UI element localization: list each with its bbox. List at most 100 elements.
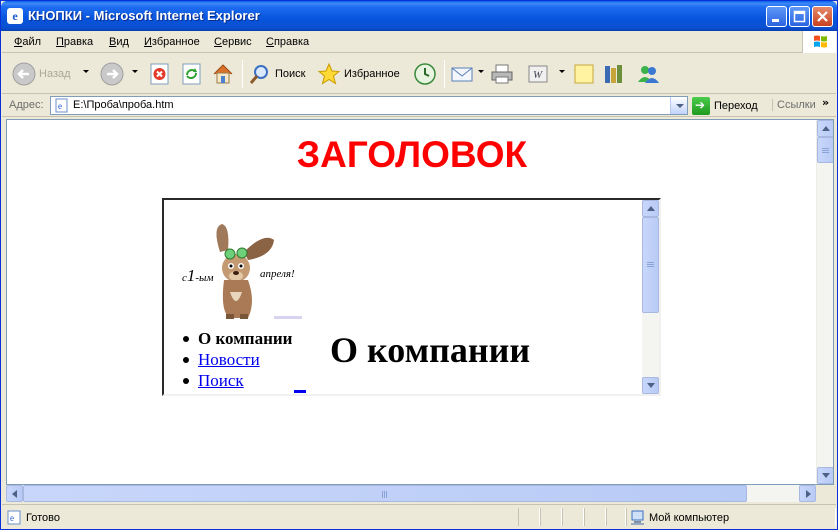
discuss-button[interactable] xyxy=(572,60,596,88)
minimize-button[interactable] xyxy=(766,6,787,27)
grip-icon xyxy=(822,148,829,149)
mail-icon xyxy=(450,62,474,86)
address-label: Адрес: xyxy=(9,99,44,111)
menu-tools[interactable]: Сервис xyxy=(214,36,252,48)
page-done-icon: e xyxy=(7,510,22,525)
content-iframe[interactable]: с1-ым апреля! О компании Новости Поиск О… xyxy=(162,198,661,396)
up-arrow-icon xyxy=(822,126,830,131)
links-toolbar[interactable]: Ссылки xyxy=(772,99,816,111)
page-scroll-left-button[interactable] xyxy=(6,485,23,502)
history-button[interactable] xyxy=(413,60,437,88)
forward-dropdown-arrow[interactable] xyxy=(132,70,138,73)
scrollbar-corner xyxy=(816,485,834,502)
more-chevron-icon[interactable]: » xyxy=(822,96,829,109)
up-arrow-icon xyxy=(647,206,655,211)
menu-view[interactable]: Вид xyxy=(109,36,129,48)
grip-icon xyxy=(382,491,383,498)
page-heading: ЗАГОЛОВОК xyxy=(296,134,528,175)
grip-icon xyxy=(647,262,654,263)
edit-dropdown-arrow[interactable] xyxy=(559,70,565,73)
nav-item-about: О компании xyxy=(182,329,293,348)
forward-button[interactable] xyxy=(100,60,124,88)
security-zone[interactable]: Мой компьютер xyxy=(630,510,729,525)
mail-button[interactable] xyxy=(450,60,474,88)
iframe-content: с1-ым апреля! О компании Новости Поиск О… xyxy=(164,200,642,394)
menu-edit[interactable]: Правка xyxy=(56,36,93,48)
back-dropdown-arrow[interactable] xyxy=(83,70,89,73)
menu-favorites[interactable]: Избранное xyxy=(144,36,200,48)
iframe-scroll-down-button[interactable] xyxy=(642,377,659,394)
home-button[interactable] xyxy=(211,60,235,88)
word-edit-icon: W xyxy=(526,62,550,86)
address-bar: Адрес: e E:\Проба\проба.htm Переход Ссыл… xyxy=(2,95,836,117)
favorites-button[interactable]: Избранное xyxy=(317,60,400,88)
svg-text:W: W xyxy=(533,69,543,81)
messenger-button[interactable] xyxy=(636,60,660,88)
banner-date-suffix: -ым xyxy=(195,272,214,284)
go-label: Переход xyxy=(714,99,758,112)
grip-icon xyxy=(647,264,654,265)
search-button[interactable]: Поиск xyxy=(248,60,305,88)
address-value[interactable]: E:\Проба\проба.htm xyxy=(73,99,174,111)
nav-link-news[interactable]: Новости xyxy=(198,350,260,369)
page-icon: e xyxy=(54,98,69,113)
site-nav-list: О компании Новости Поиск xyxy=(182,328,293,391)
ie-window: e КНОПКИ - Microsoft Internet Explorer Ф… xyxy=(0,0,838,530)
grip-icon xyxy=(386,491,387,498)
page-scroll-down-button[interactable] xyxy=(817,467,833,484)
right-arrow-icon xyxy=(806,490,811,498)
toolbar-separator xyxy=(242,60,243,88)
page-horizontal-scrollbar[interactable] xyxy=(6,485,816,502)
down-arrow-icon xyxy=(647,383,655,388)
menu-help[interactable]: Справка xyxy=(266,36,309,48)
edit-button[interactable]: W xyxy=(526,60,550,88)
title-bar[interactable]: e КНОПКИ - Microsoft Internet Explorer xyxy=(1,1,837,31)
address-input[interactable]: e E:\Проба\проба.htm xyxy=(50,96,688,115)
iframe-scroll-thumb[interactable] xyxy=(642,217,659,313)
page-scroll-right-button[interactable] xyxy=(799,485,816,502)
left-arrow-icon xyxy=(12,490,17,498)
grip-icon xyxy=(822,150,829,151)
history-icon xyxy=(413,62,437,86)
stop-button[interactable] xyxy=(148,60,172,88)
status-pane xyxy=(584,508,606,526)
toolbar-separator xyxy=(444,60,445,88)
iframe-vertical-scrollbar[interactable] xyxy=(642,200,659,394)
page-hscroll-thumb[interactable] xyxy=(23,485,747,502)
back-arrow-icon xyxy=(12,62,36,86)
favorites-star-icon xyxy=(317,62,341,86)
print-icon xyxy=(490,62,514,86)
grip-icon xyxy=(384,491,385,498)
mail-dropdown-arrow[interactable] xyxy=(478,70,484,73)
page-scroll-up-button[interactable] xyxy=(817,120,833,137)
close-button[interactable] xyxy=(812,6,833,27)
go-button[interactable]: Переход xyxy=(692,96,758,115)
refresh-icon xyxy=(180,62,204,86)
back-button[interactable]: Назад xyxy=(12,60,71,88)
search-label: Поиск xyxy=(275,68,306,80)
clipped-nav-link[interactable] xyxy=(294,390,306,393)
grip-icon xyxy=(822,152,829,153)
status-text: Готово xyxy=(26,512,60,524)
research-button[interactable] xyxy=(602,60,626,88)
maximize-button[interactable] xyxy=(789,6,810,27)
status-bar: e Готово Мой компьютер xyxy=(2,504,836,529)
print-button[interactable] xyxy=(490,60,514,88)
address-dropdown-button[interactable] xyxy=(670,97,687,114)
note-icon xyxy=(572,62,596,86)
svg-text:e: e xyxy=(10,513,14,523)
home-icon xyxy=(211,62,235,86)
page-viewport[interactable]: ЗАГОЛОВОК с1-ым апреля! О компании Новос… xyxy=(6,119,834,485)
nav-item-search[interactable]: Поиск xyxy=(182,370,292,391)
maximize-icon xyxy=(793,10,806,23)
iframe-scroll-up-button[interactable] xyxy=(642,200,659,217)
menu-file[interactable]: Файл xyxy=(14,36,41,48)
refresh-button[interactable] xyxy=(180,60,204,88)
page-scroll-thumb[interactable] xyxy=(817,137,833,163)
page-vertical-scrollbar[interactable] xyxy=(816,120,833,484)
ie-logo-icon: e xyxy=(7,8,23,24)
nav-item-news[interactable]: Новости xyxy=(182,349,292,370)
nav-link-search[interactable]: Поиск xyxy=(198,371,244,390)
menu-bar: Файл Правка Вид Избранное Сервис Справка xyxy=(2,31,836,53)
banner-date-left: с1-ым xyxy=(182,266,214,286)
